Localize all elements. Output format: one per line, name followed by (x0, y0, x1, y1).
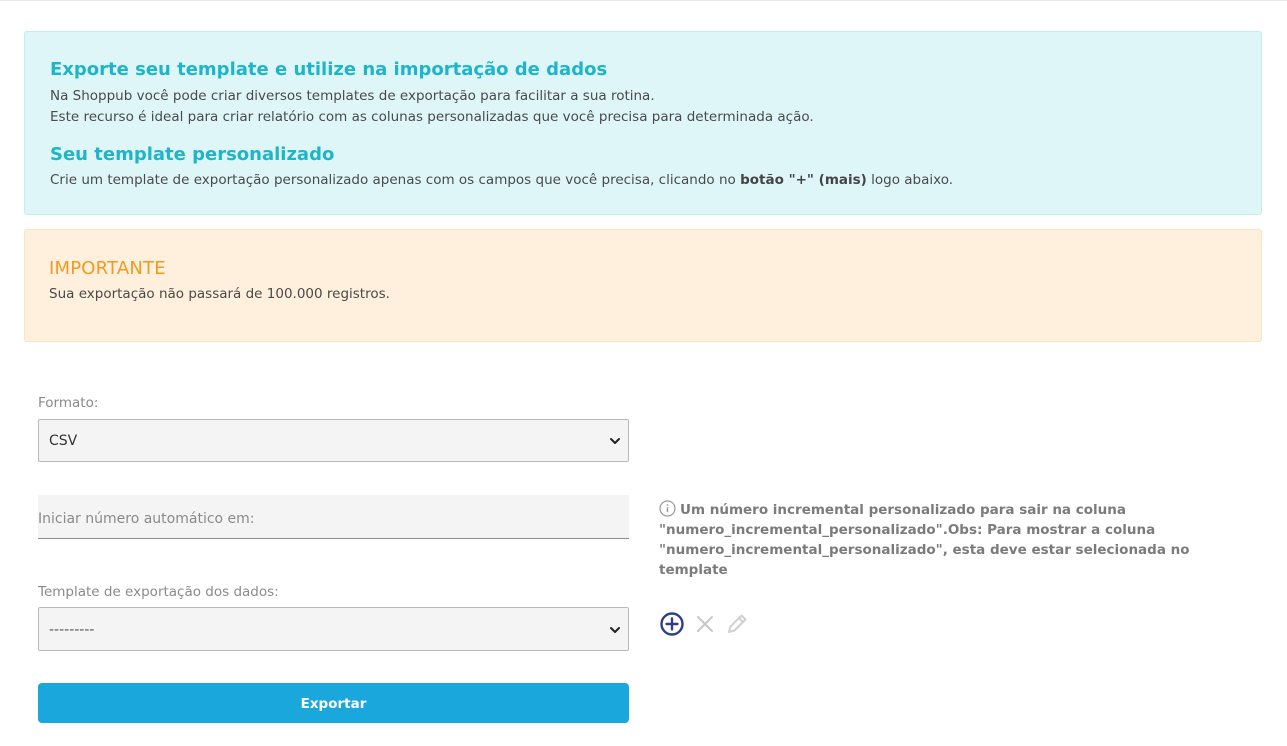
chevron-down-icon (610, 627, 620, 633)
remove-template-icon[interactable] (692, 611, 718, 637)
auto-number-input[interactable]: Iniciar número automático em: (38, 495, 629, 539)
custom-template-title: Seu template personalizado (50, 144, 335, 165)
format-label: Formato: (38, 395, 99, 411)
auto-number-placeholder: Iniciar número automático em: (38, 511, 255, 527)
warning-text: Sua exportação não passará de 100.000 re… (49, 286, 390, 302)
plus-button-mention: botão "+" (mais) (740, 172, 867, 188)
info-title: Exporte seu template e utilize na import… (50, 59, 608, 80)
template-selected-value: --------- (49, 622, 95, 638)
info-line-2: Este recurso é ideal para criar relatóri… (50, 109, 814, 125)
format-select[interactable]: CSV (38, 419, 629, 462)
info-panel: Exporte seu template e utilize na import… (24, 31, 1262, 215)
info-line-3: Crie um template de exportação personali… (50, 172, 954, 188)
top-divider (0, 0, 1287, 1)
auto-number-hint: Um número incremental personalizado para… (659, 500, 1219, 580)
auto-number-hint-text: Um número incremental personalizado para… (659, 502, 1190, 578)
add-template-icon[interactable] (659, 611, 685, 637)
info-icon (659, 500, 676, 517)
chevron-down-icon (610, 438, 620, 444)
warning-title: IMPORTANTE (49, 258, 166, 279)
warning-panel: IMPORTANTE Sua exportação não passará de… (24, 229, 1262, 342)
export-button[interactable]: Exportar (38, 683, 629, 723)
template-select[interactable]: --------- (38, 607, 629, 651)
edit-template-icon[interactable] (724, 611, 750, 637)
format-selected-value: CSV (49, 433, 78, 449)
info-line-1: Na Shoppub você pode criar diversos temp… (50, 88, 655, 104)
template-label: Template de exportação dos dados: (38, 584, 279, 600)
